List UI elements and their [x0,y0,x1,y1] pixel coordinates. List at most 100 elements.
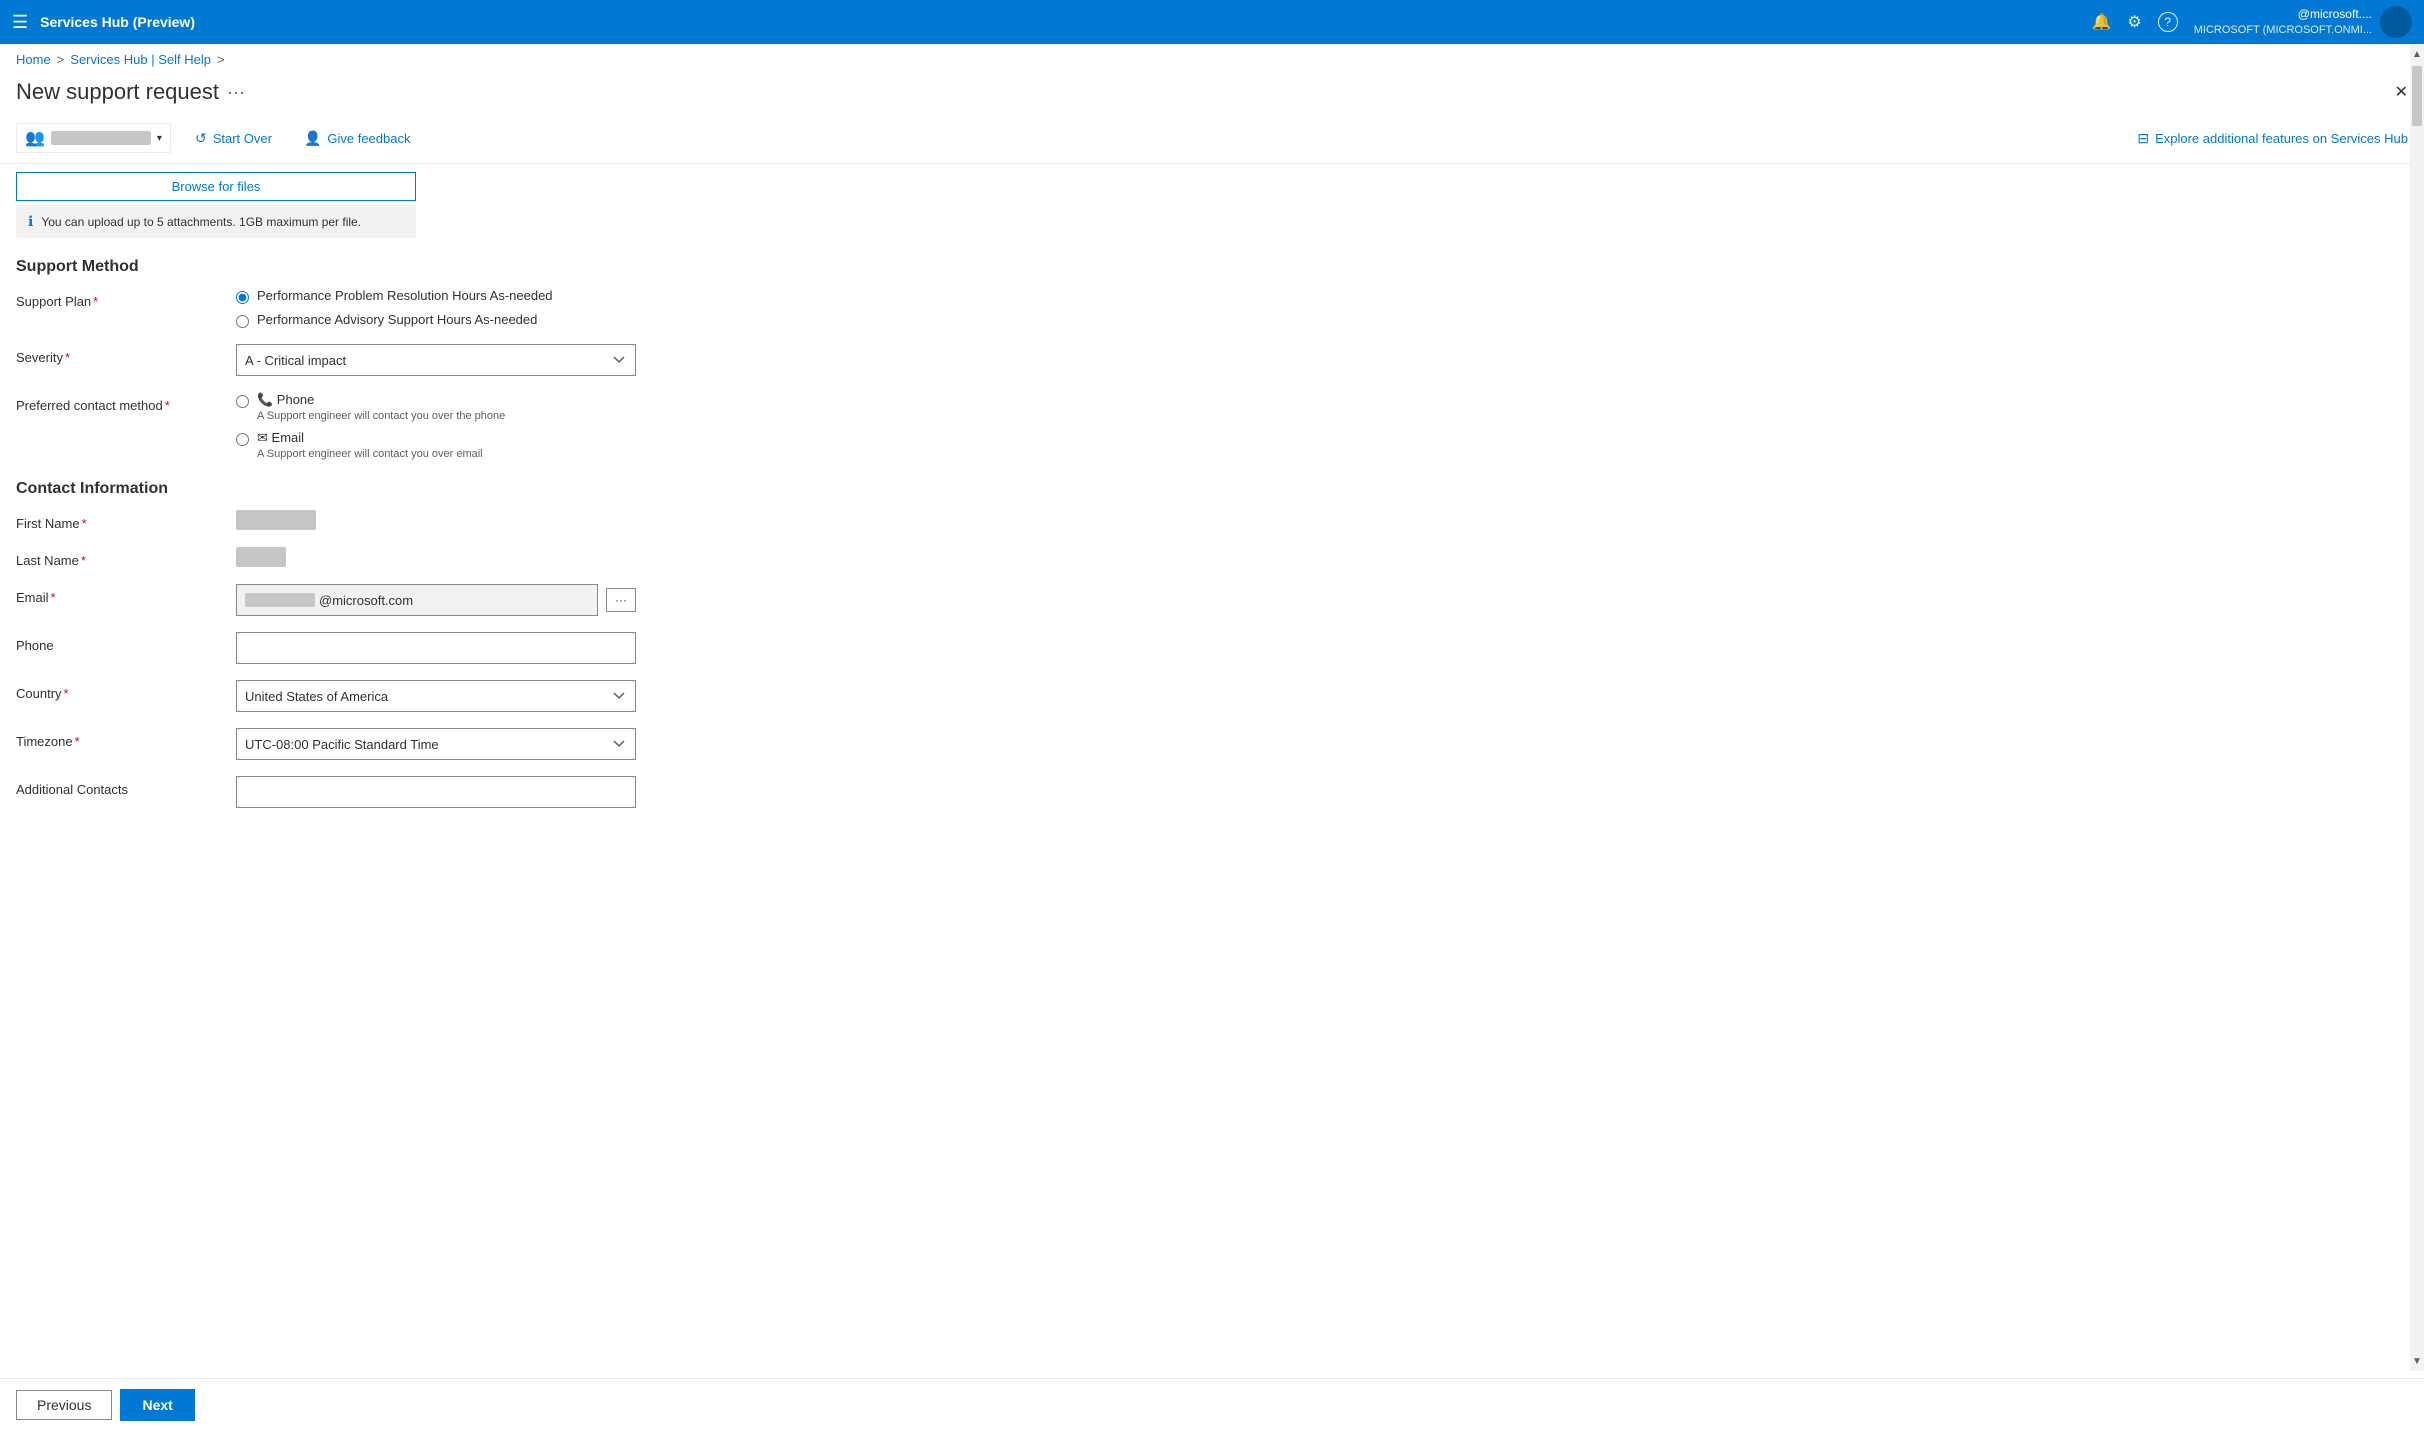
timezone-select[interactable]: UTC-08:00 Pacific Standard Time UTC-05:0… [236,728,636,760]
first-name-control [236,510,636,530]
plan-option-2: Performance Advisory Support Hours As-ne… [236,312,636,328]
hamburger-icon[interactable]: ☰ [12,12,28,33]
scroll-down-arrow[interactable]: ▼ [2410,1351,2424,1371]
chevron-down-icon: ▾ [157,133,162,144]
timezone-control: UTC-08:00 Pacific Standard Time UTC-05:0… [236,728,636,760]
country-select[interactable]: United States of America United Kingdom … [236,680,636,712]
user-info: @microsoft.... MICROSOFT (MICROSOFT.ONMI… [2194,7,2372,37]
last-name-blurred [236,547,286,567]
user-tenant: MICROSOFT (MICROSOFT.ONMI... [2194,23,2372,37]
browse-files-button[interactable]: Browse for files [16,172,416,201]
last-name-control [236,547,636,567]
support-plan-control: Performance Problem Resolution Hours As-… [236,288,636,328]
phone-icon: 📞 [257,392,273,407]
bell-icon[interactable]: 🔔 [2092,12,2112,32]
email-desc: A Support engineer will contact you over… [257,448,483,460]
phone-control [236,632,636,664]
contact-method-radio-group: 📞 Phone A Support engineer will contact … [236,392,636,460]
help-icon[interactable]: ? [2158,12,2178,32]
plan-option-1: Performance Problem Resolution Hours As-… [236,288,636,304]
explore-label: Explore additional features on Services … [2155,131,2408,146]
plan2-radio[interactable] [236,315,249,328]
page-header: New support request ··· ✕ [0,75,2424,117]
feedback-icon: 👤 [304,130,321,147]
email-display: @microsoft.com [236,584,598,616]
email-more-button[interactable]: ··· [606,588,636,612]
last-name-row: Last Name* [16,547,2408,568]
previous-button[interactable]: Previous [16,1390,112,1420]
email-domain: @microsoft.com [319,593,413,608]
start-over-button[interactable]: ↺ Start Over [187,126,280,151]
topbar-icons: 🔔 ⚙ ? @microsoft.... MICROSOFT (MICROSOF… [2092,6,2413,38]
app-title: Services Hub (Preview) [40,14,2079,30]
support-plan-label: Support Plan* [16,288,236,309]
org-icon: 👥 [25,128,45,148]
plan1-label[interactable]: Performance Problem Resolution Hours As-… [257,288,553,303]
start-over-label: Start Over [213,131,272,146]
explore-features-link[interactable]: ⊟ Explore additional features on Service… [2137,130,2408,147]
email-row: Email* @microsoft.com ··· [16,584,2408,616]
toolbar-left: 👥 ▾ ↺ Start Over 👤 Give feedback [16,123,418,153]
contact-method-label: Preferred contact method* [16,392,236,413]
scroll-thumb[interactable] [2412,66,2422,126]
additional-contacts-label: Additional Contacts [16,776,236,797]
scrollbar[interactable]: ▲ ▼ [2410,44,2424,1371]
severity-select[interactable]: A - Critical impact B - Moderate impact … [236,344,636,376]
page-title: New support request [16,79,219,105]
breadcrumb: Home > Services Hub | Self Help > [0,44,2424,75]
scroll-up-arrow[interactable]: ▲ [2410,44,2424,64]
phone-input[interactable] [236,632,636,664]
support-plan-radio-group: Performance Problem Resolution Hours As-… [236,288,636,328]
more-options-icon[interactable]: ··· [227,82,245,103]
phone-label: Phone [16,632,236,653]
refresh-icon: ↺ [195,130,207,147]
severity-label: Severity* [16,344,236,365]
give-feedback-button[interactable]: 👤 Give feedback [296,126,419,151]
close-button[interactable]: ✕ [2395,82,2408,102]
workspace-label [51,131,151,145]
first-name-row: First Name* [16,510,2408,531]
email-radio[interactable] [236,433,249,446]
phone-label: 📞 Phone [257,392,505,408]
attachment-info-text: You can upload up to 5 attachments. 1GB … [41,215,361,229]
explore-icon: ⊟ [2137,130,2149,147]
phone-option: 📞 Phone A Support engineer will contact … [236,392,636,422]
email-label: Email* [16,584,236,605]
breadcrumb-home[interactable]: Home [16,52,51,67]
email-field-wrap: @microsoft.com ··· [236,584,636,616]
contact-method-control: 📞 Phone A Support engineer will contact … [236,392,636,460]
severity-row: Severity* A - Critical impact B - Modera… [16,344,2408,376]
email-label: ✉ Email [257,430,483,446]
plan2-label[interactable]: Performance Advisory Support Hours As-ne… [257,312,537,327]
country-label: Country* [16,680,236,701]
give-feedback-label: Give feedback [327,131,410,146]
email-option: ✉ Email A Support engineer will contact … [236,430,636,460]
country-control: United States of America United Kingdom … [236,680,636,712]
phone-radio[interactable] [236,395,249,408]
topbar: ☰ Services Hub (Preview) 🔔 ⚙ ? @microsof… [0,0,2424,44]
main-content: Browse for files ℹ You can upload up to … [0,164,2424,894]
attachment-area: Browse for files ℹ You can upload up to … [16,172,2408,238]
attachment-info: ℹ You can upload up to 5 attachments. 1G… [16,205,416,238]
plan1-radio[interactable] [236,291,249,304]
avatar[interactable] [2380,6,2412,38]
breadcrumb-services-hub[interactable]: Services Hub | Self Help [70,52,211,67]
severity-control: A - Critical impact B - Moderate impact … [236,344,636,376]
support-plan-row: Support Plan* Performance Problem Resolu… [16,288,2408,328]
workspace-dropdown[interactable]: 👥 ▾ [16,123,171,153]
timezone-label: Timezone* [16,728,236,749]
email-control: @microsoft.com ··· [236,584,636,616]
phone-desc: A Support engineer will contact you over… [257,410,505,422]
additional-contacts-control [236,776,636,808]
last-name-label: Last Name* [16,547,236,568]
timezone-row: Timezone* UTC-08:00 Pacific Standard Tim… [16,728,2408,760]
contact-info-section-title: Contact Information [16,480,2408,498]
user-email: @microsoft.... [2194,7,2372,23]
breadcrumb-sep1: > [57,52,65,67]
email-icon: ✉ [257,430,268,445]
gear-icon[interactable]: ⚙ [2127,12,2141,32]
next-button[interactable]: Next [120,1389,194,1421]
additional-contacts-input[interactable] [236,776,636,808]
breadcrumb-sep2: > [217,52,225,67]
phone-row: Phone [16,632,2408,664]
